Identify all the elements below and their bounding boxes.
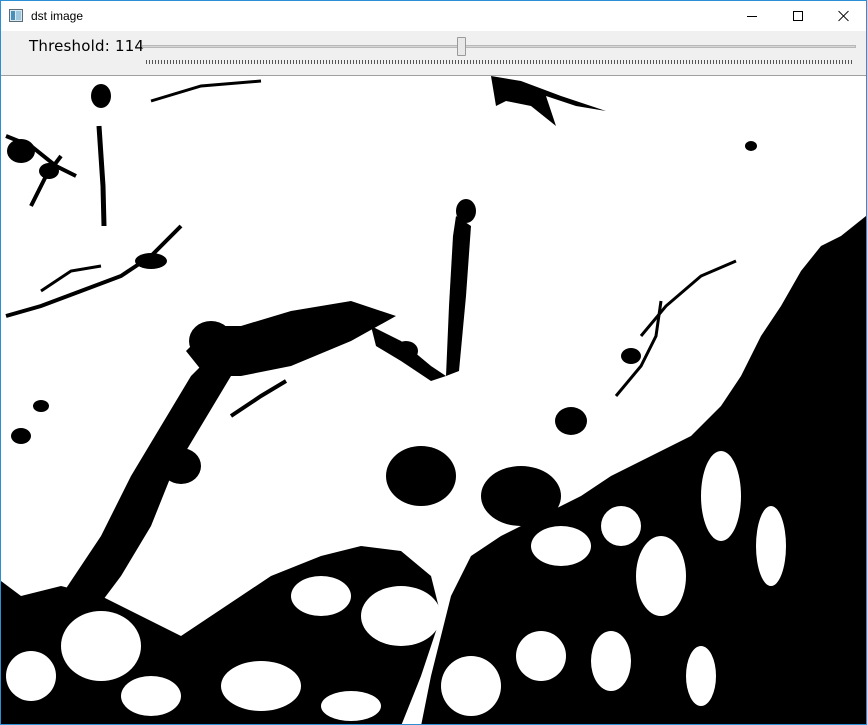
threshold-slider-thumb[interactable] <box>457 37 467 56</box>
minimize-icon <box>747 15 757 17</box>
minimize-button[interactable] <box>729 1 775 31</box>
slider-tick-marks <box>146 60 852 64</box>
binary-image-canvas <box>1 76 866 724</box>
close-icon <box>838 10 850 22</box>
maximize-icon <box>793 11 803 21</box>
threshold-slider-track[interactable] <box>142 45 856 48</box>
trackbar-panel: Threshold: 114 <box>1 31 866 76</box>
threshold-image <box>1 76 866 724</box>
maximize-button[interactable] <box>775 1 821 31</box>
close-button[interactable] <box>821 1 866 31</box>
title-bar[interactable]: dst image <box>1 1 866 31</box>
app-window: dst image Threshold: 114 <box>0 0 867 725</box>
threshold-label: Threshold: 114 <box>29 37 145 55</box>
window-title: dst image <box>31 9 84 23</box>
app-window-icon <box>9 9 23 22</box>
